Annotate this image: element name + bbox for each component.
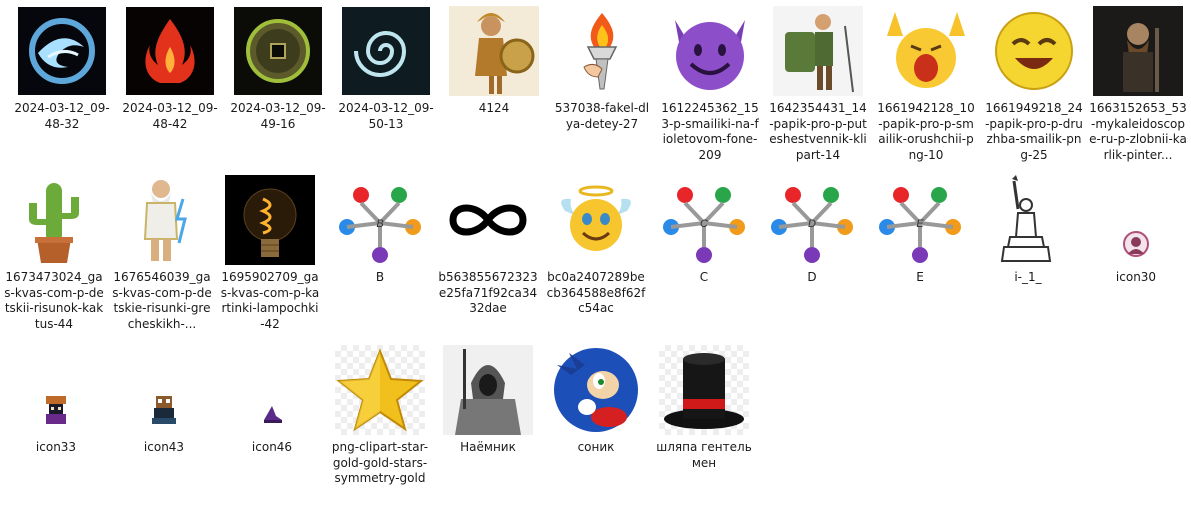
file-name: 1661942128_10-papik-pro-p-smailik-orushc… bbox=[877, 101, 975, 162]
air-element-swirl-icon bbox=[342, 7, 430, 95]
file-name: 2024-03-12_09-48-42 bbox=[122, 101, 218, 131]
file-name: соник bbox=[577, 440, 615, 454]
file-name: 1673473024_gas-kvas-com-p-detskii-risuno… bbox=[4, 270, 104, 331]
file-name: 1695902709_gas-kvas-com-p-kartinki-lampo… bbox=[220, 270, 320, 331]
zeus-god-icon bbox=[117, 175, 207, 265]
top-hat-icon bbox=[659, 345, 749, 435]
file-item[interactable]: шляпа гентельмен bbox=[652, 344, 756, 471]
file-name: icon46 bbox=[251, 440, 293, 454]
angel-smiley-icon bbox=[551, 175, 641, 265]
file-name: 1642354431_14-papik-pro-p-puteshestvenni… bbox=[769, 101, 867, 162]
file-name: icon30 bbox=[1115, 270, 1157, 284]
file-item[interactable]: 1661949218_24-papik-pro-p-druzhba-smaili… bbox=[982, 5, 1086, 163]
file-name: b563855672323e25fa71f92ca3432dae bbox=[438, 270, 538, 315]
file-name: Наёмник bbox=[460, 440, 516, 454]
letter-label: C bbox=[700, 218, 708, 230]
file-name: 1661949218_24-papik-pro-p-druzhba-smaili… bbox=[985, 101, 1083, 162]
happy-smiley-icon bbox=[989, 6, 1079, 96]
infinity-icon bbox=[443, 198, 533, 242]
screaming-smiley-icon bbox=[881, 6, 971, 96]
file-name: шляпа гентельмен bbox=[656, 440, 752, 470]
file-item[interactable]: 1661942128_10-papik-pro-p-smailik-orushc… bbox=[874, 5, 978, 163]
file-name: 4124 bbox=[478, 101, 510, 115]
people-circle-c-icon: C bbox=[659, 175, 749, 265]
water-element-swirl-icon bbox=[18, 7, 106, 95]
file-item[interactable]: 1695902709_gas-kvas-com-p-kartinki-lampo… bbox=[218, 174, 322, 332]
file-item[interactable]: 1673473024_gas-kvas-com-p-detskii-risuno… bbox=[2, 174, 106, 332]
file-item[interactable]: соник bbox=[544, 344, 648, 456]
sonic-hedgehog-icon bbox=[551, 345, 641, 435]
dwarf-warrior-icon bbox=[1093, 6, 1183, 96]
statue-of-liberty-icon bbox=[988, 175, 1068, 265]
small-avatar-icon bbox=[1122, 230, 1150, 258]
hiker-backpack-icon bbox=[773, 6, 863, 96]
file-name: i-_1_ bbox=[1014, 270, 1042, 284]
file-name: icon43 bbox=[143, 440, 185, 454]
file-item[interactable]: 2024-03-12_09-50-13 bbox=[334, 5, 438, 132]
file-item[interactable]: icon30 bbox=[1084, 174, 1188, 286]
file-item[interactable]: 1663152653_53-mykaleidoscope-ru-p-zlobni… bbox=[1086, 5, 1190, 163]
purple-devil-emoji-icon bbox=[665, 6, 755, 96]
file-name: 537038-fakel-dlya-detey-27 bbox=[554, 101, 650, 131]
pixel-hat-icon bbox=[260, 402, 284, 426]
file-name: 1676546039_gas-kvas-com-p-detskie-risunk… bbox=[112, 270, 212, 331]
file-name: E bbox=[916, 270, 924, 284]
hooded-knight-icon bbox=[443, 345, 533, 435]
file-item[interactable]: 4124 bbox=[442, 5, 546, 117]
cactus-pot-icon bbox=[9, 175, 99, 265]
file-item[interactable]: B B bbox=[328, 174, 432, 286]
letter-label: B bbox=[376, 218, 383, 230]
file-item[interactable]: 1642354431_14-papik-pro-p-puteshestvenni… bbox=[766, 5, 870, 163]
file-name: 1612245362_153-p-smailiki-na-fioletovom-… bbox=[661, 101, 759, 162]
file-name: icon33 bbox=[35, 440, 77, 454]
file-item[interactable]: Наёмник bbox=[436, 344, 540, 456]
file-item[interactable]: C C bbox=[652, 174, 756, 286]
file-name: png-clipart-star-gold-gold-stars-symmetr… bbox=[331, 440, 429, 485]
file-item[interactable]: png-clipart-star-gold-gold-stars-symmetr… bbox=[328, 344, 432, 487]
pixel-owl-icon bbox=[148, 394, 180, 426]
pixel-character-icon bbox=[40, 394, 72, 426]
file-item[interactable]: bc0a2407289becb364588e8f62fc54ac bbox=[544, 174, 648, 317]
people-circle-d-icon: D bbox=[767, 175, 857, 265]
file-name: B bbox=[375, 270, 385, 284]
file-item[interactable]: i-_1_ bbox=[976, 174, 1080, 286]
torch-icon bbox=[558, 7, 646, 95]
file-name: bc0a2407289becb364588e8f62fc54ac bbox=[546, 270, 646, 315]
file-name: 2024-03-12_09-48-32 bbox=[14, 101, 110, 131]
people-circle-b-icon: B bbox=[335, 175, 425, 265]
file-item[interactable]: b563855672323e25fa71f92ca3432dae bbox=[436, 174, 540, 317]
file-name: 2024-03-12_09-49-16 bbox=[230, 101, 326, 131]
file-item[interactable]: 2024-03-12_09-49-16 bbox=[226, 5, 330, 132]
file-item[interactable]: 1676546039_gas-kvas-com-p-detskie-risunk… bbox=[110, 174, 214, 332]
file-item[interactable]: D D bbox=[760, 174, 864, 286]
file-name: C bbox=[699, 270, 709, 284]
file-item[interactable]: 1612245362_153-p-smailiki-na-fioletovom-… bbox=[658, 5, 762, 163]
people-circle-e-icon: E bbox=[875, 175, 965, 265]
light-bulb-icon bbox=[225, 175, 315, 265]
fire-element-flame-icon bbox=[126, 7, 214, 95]
file-item[interactable]: icon33 bbox=[4, 344, 108, 456]
armored-goddess-icon bbox=[449, 6, 539, 96]
gold-star-icon bbox=[335, 345, 425, 435]
file-item[interactable]: icon46 bbox=[220, 344, 324, 456]
file-item[interactable]: 2024-03-12_09-48-42 bbox=[118, 5, 222, 132]
file-item[interactable]: icon43 bbox=[112, 344, 216, 456]
file-name: D bbox=[807, 270, 817, 284]
file-item[interactable]: E E bbox=[868, 174, 972, 286]
file-item[interactable]: 2024-03-12_09-48-32 bbox=[10, 5, 114, 132]
earth-element-coin-icon bbox=[234, 7, 322, 95]
letter-label: E bbox=[916, 218, 924, 230]
letter-label: D bbox=[808, 218, 816, 230]
file-item[interactable]: 537038-fakel-dlya-detey-27 bbox=[550, 5, 654, 132]
file-name: 1663152653_53-mykaleidoscope-ru-p-zlobni… bbox=[1089, 101, 1187, 162]
file-name: 2024-03-12_09-50-13 bbox=[338, 101, 434, 131]
